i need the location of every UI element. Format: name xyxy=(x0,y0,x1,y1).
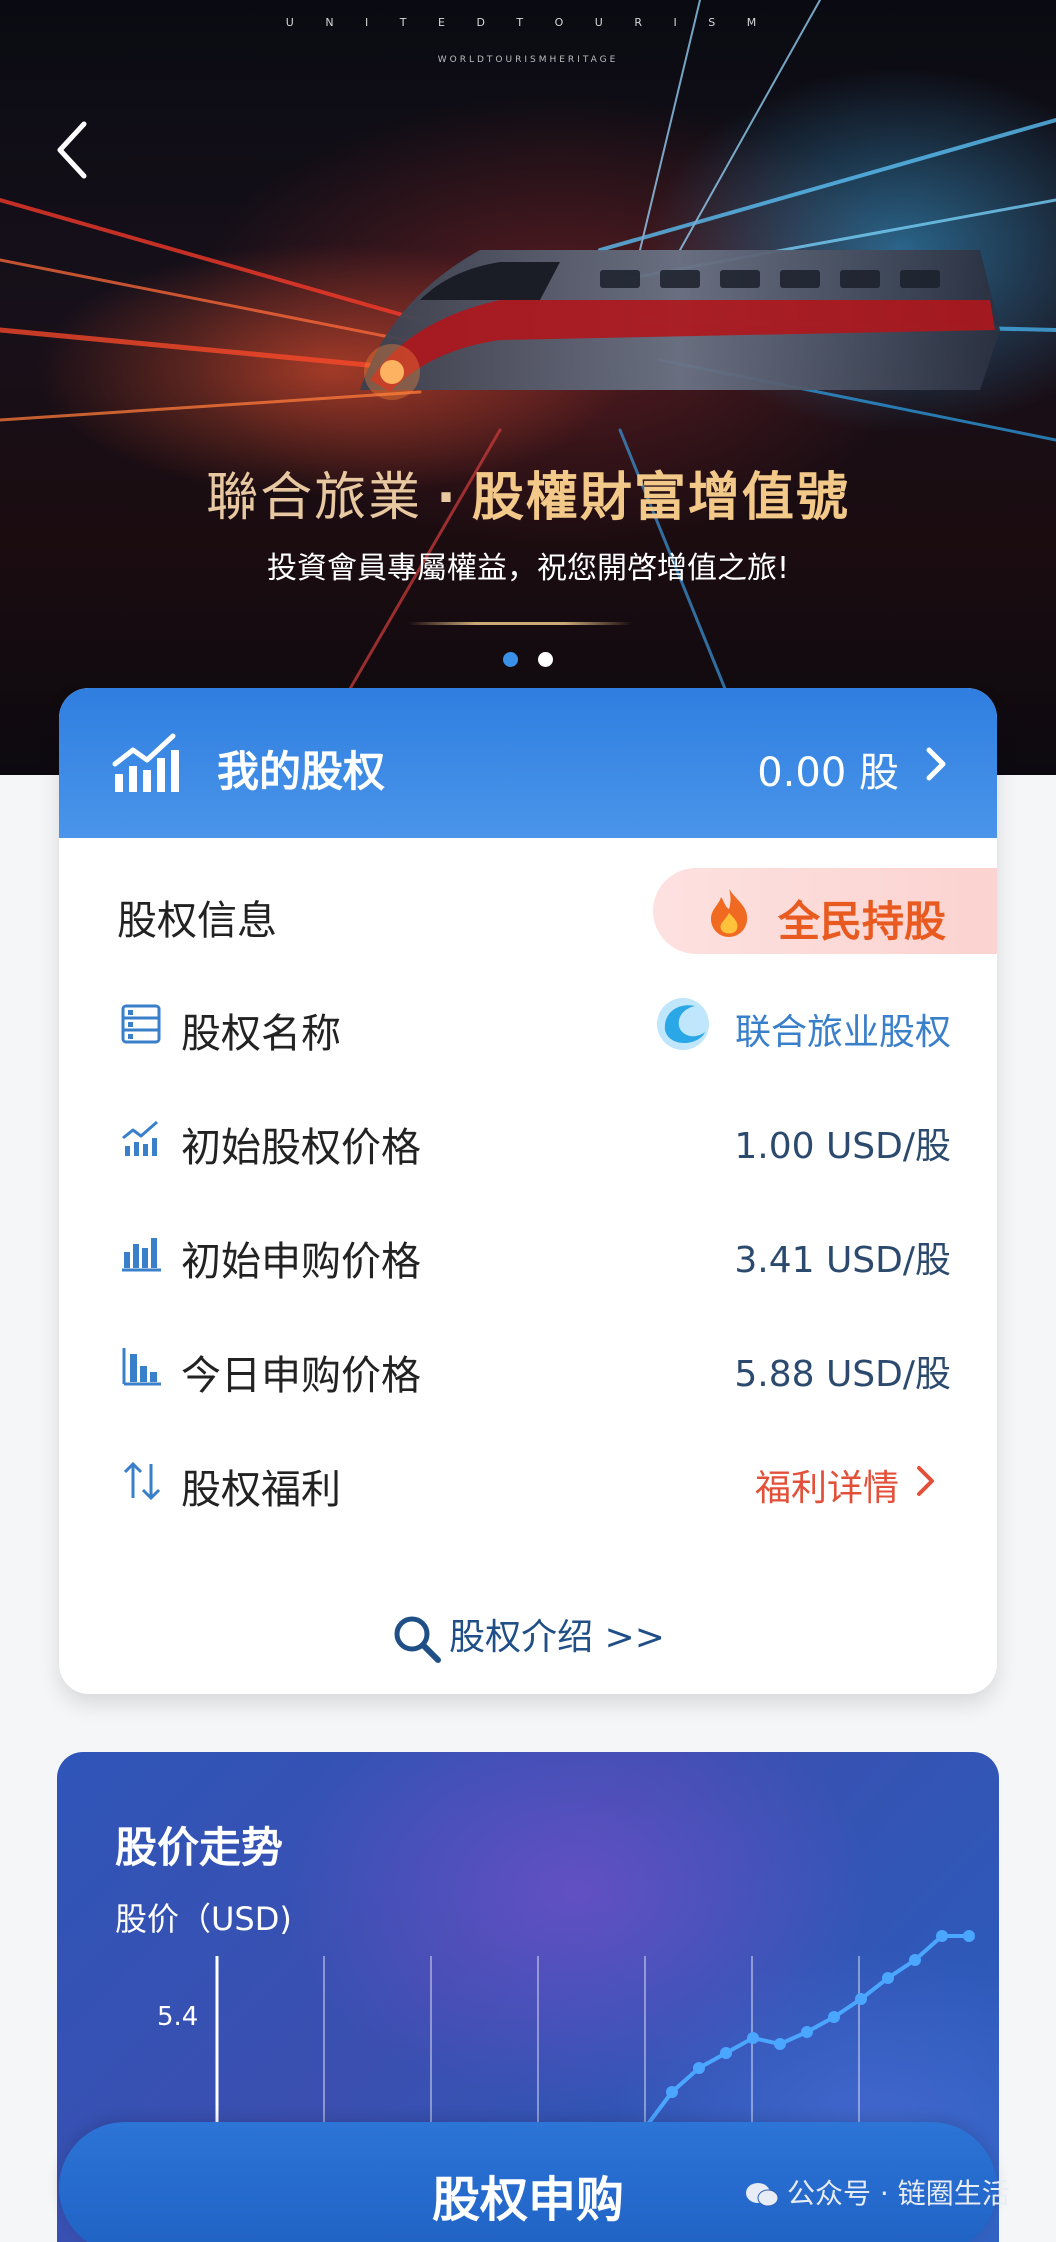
hero-subtitle: 投資會員專屬權益，祝您開啓增值之旅! xyxy=(266,551,790,586)
hero-title-part1: 聯合旅業 xyxy=(206,468,423,528)
bar-chart-icon xyxy=(122,1238,161,1272)
row-label: 初始申购价格 xyxy=(181,1239,421,1285)
hero-title-part2: 股權財富增值號 xyxy=(471,468,850,528)
price-point xyxy=(963,1930,975,1942)
hero-divider xyxy=(408,622,632,625)
row-initial-equity-price: 初始股权价格 1.00 USD/股 xyxy=(59,1098,997,1178)
company-logo-icon xyxy=(657,998,709,1050)
row-equity-name: 股权名称 联合旅业股权 xyxy=(59,984,997,1064)
price-point xyxy=(909,1954,921,1966)
row-label: 股权福利 xyxy=(181,1467,341,1513)
list-icon xyxy=(121,1004,161,1044)
row-equity-benefits: 股权福利 福利详情 xyxy=(59,1440,997,1520)
my-equity-header[interactable]: 我的股权 0.00 股 xyxy=(59,688,997,838)
badge-text: 全民持股 xyxy=(778,897,947,946)
my-equity-title: 我的股权 xyxy=(217,747,386,796)
benefits-detail-link[interactable]: 福利详情 xyxy=(755,1459,899,1511)
wechat-icon xyxy=(746,2183,779,2207)
hero-title: 聯合旅業 · 股權財富增值號 xyxy=(0,455,1056,530)
carousel-dot[interactable] xyxy=(538,652,553,667)
chart-trend-icon xyxy=(112,733,179,792)
swap-vertical-icon xyxy=(123,1461,161,1501)
search-icon xyxy=(394,1616,442,1663)
watermark-text: 公众号 · 链圈生活 xyxy=(787,2177,1010,2210)
row-value: 3.41 USD/股 xyxy=(734,1240,951,1281)
chevron-right-icon[interactable] xyxy=(915,1464,937,1498)
price-point xyxy=(828,2011,840,2023)
row-value: 5.88 USD/股 xyxy=(734,1354,951,1395)
equity-card: 我的股权 0.00 股 股权信息 全民持股 股权名称 联合旅业股权 初始股权价格… xyxy=(59,688,997,1694)
equity-intro-label: 股权介绍 >> xyxy=(449,1617,665,1658)
carousel-dot-active[interactable] xyxy=(503,652,518,667)
trend-bars-icon xyxy=(122,1120,158,1156)
row-value: 联合旅业股权 xyxy=(734,1012,951,1053)
price-point xyxy=(855,1993,867,2005)
price-point xyxy=(693,2062,705,2074)
section-title: 股权信息 xyxy=(117,898,277,944)
back-button[interactable] xyxy=(50,110,100,190)
row-label: 今日申购价格 xyxy=(181,1353,421,1399)
carousel-indicator xyxy=(0,652,1056,671)
promo-badge: 全民持股 xyxy=(653,868,997,954)
price-point xyxy=(882,1972,894,1984)
price-point xyxy=(747,2032,759,2044)
chevron-right-icon xyxy=(926,747,946,781)
price-point xyxy=(720,2047,732,2059)
chevron-left-icon xyxy=(57,121,87,179)
watermark: 公众号 · 链圈生活 xyxy=(745,2172,1010,2212)
brand-subtitle: WORLDTOURISMHERITAGE xyxy=(437,55,619,65)
fire-icon xyxy=(711,889,748,937)
column-chart-icon xyxy=(122,1348,161,1386)
price-point xyxy=(801,2026,813,2038)
my-equity-value: 0.00 股 xyxy=(757,750,899,796)
row-initial-subscription-price: 初始申购价格 3.41 USD/股 xyxy=(59,1212,997,1292)
row-label: 初始股权价格 xyxy=(181,1125,421,1171)
price-point xyxy=(936,1930,948,1942)
row-value: 1.00 USD/股 xyxy=(734,1126,951,1167)
hero-banner[interactable]: U N I T E D T O U R I S M WORLDTOURISMHE… xyxy=(0,0,1056,775)
row-label: 股权名称 xyxy=(181,1011,341,1057)
price-point xyxy=(774,2038,786,2050)
price-point xyxy=(666,2086,678,2098)
equity-intro-link[interactable]: 股权介绍 >> xyxy=(59,1608,997,1665)
row-today-subscription-price: 今日申购价格 5.88 USD/股 xyxy=(59,1326,997,1406)
hero-title-dot: · xyxy=(436,468,458,528)
brand-wordmark: U N I T E D T O U R I S M xyxy=(285,16,771,29)
